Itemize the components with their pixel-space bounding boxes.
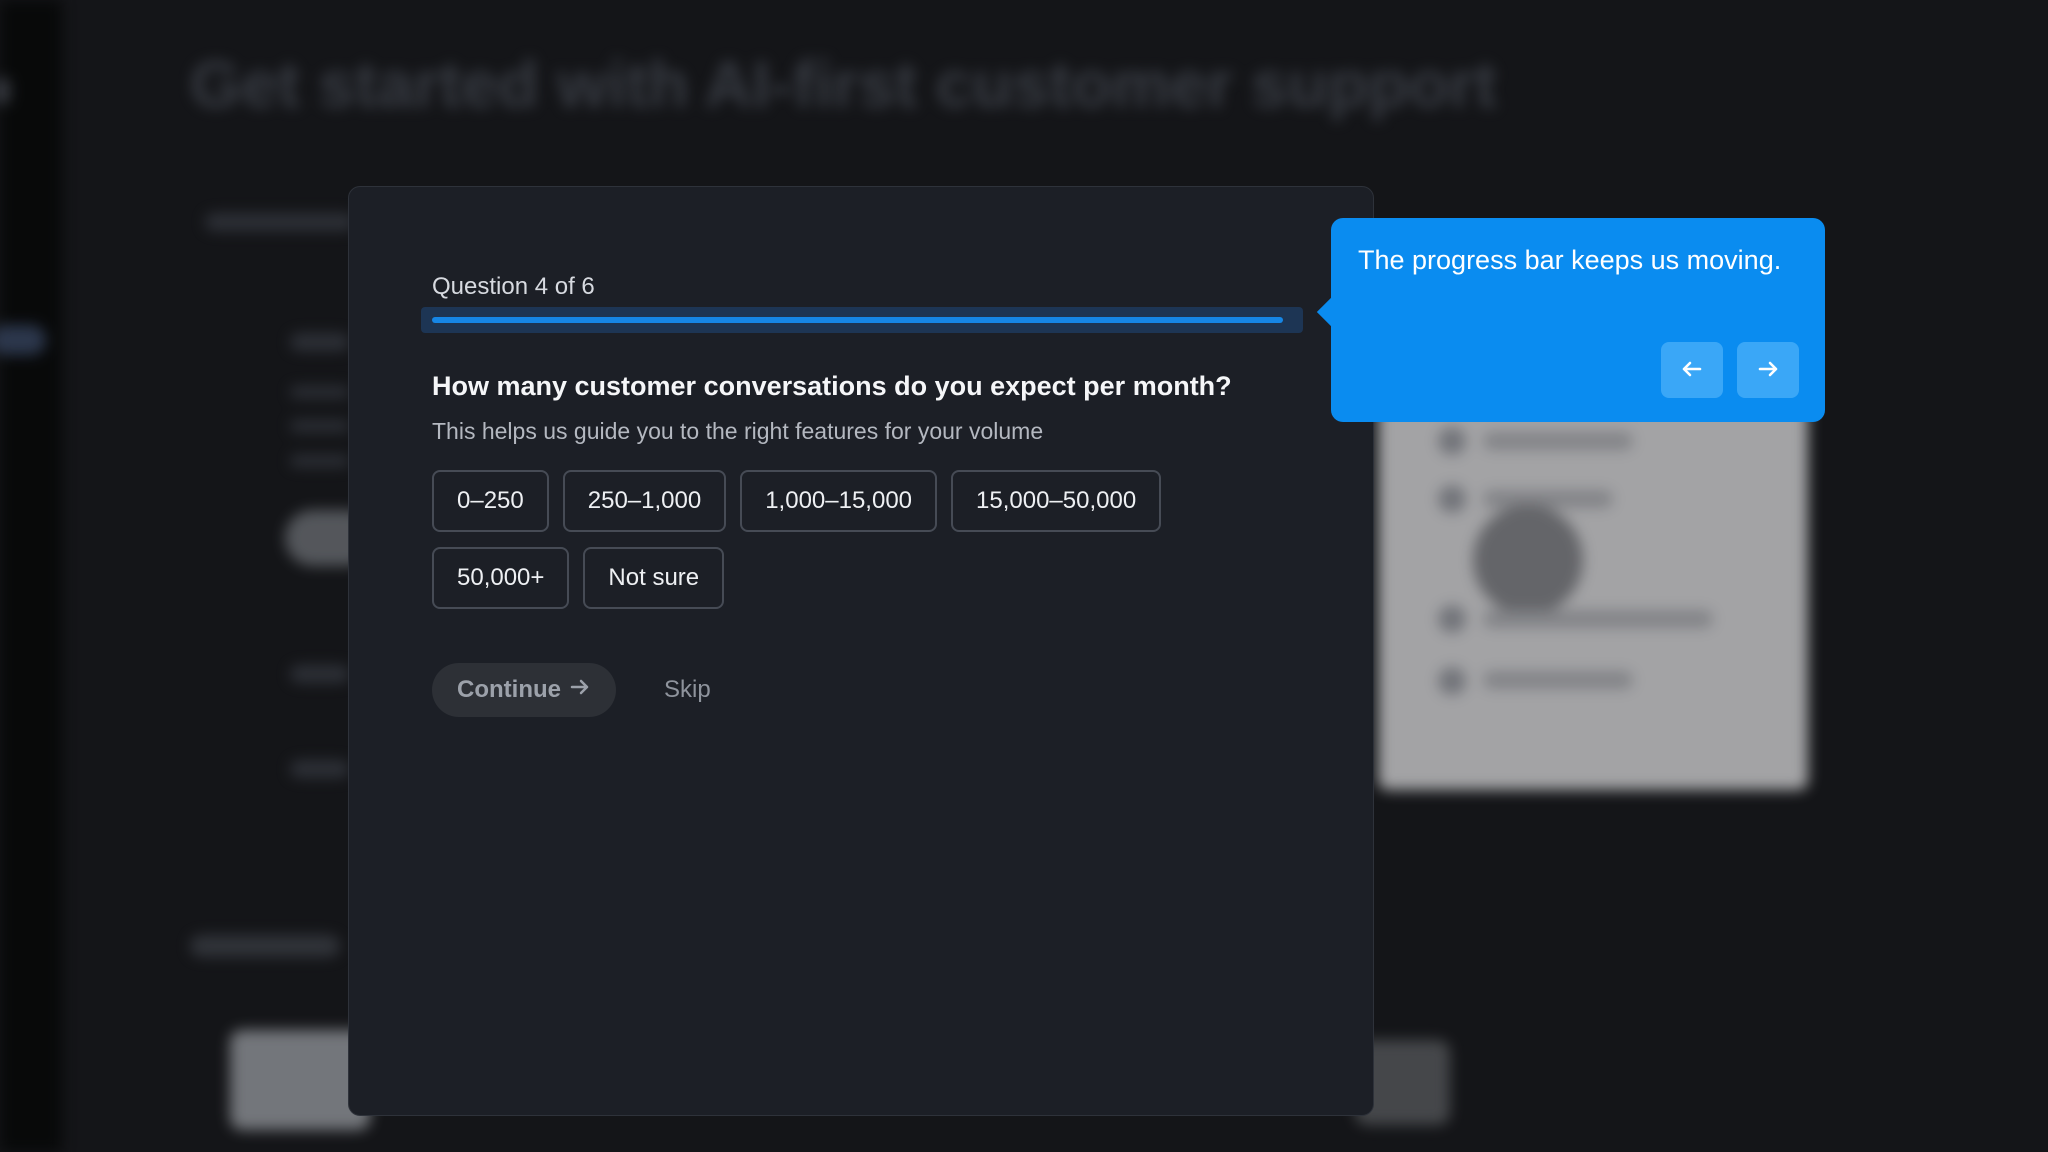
option-50000-plus[interactable]: 50,000+ <box>432 547 570 609</box>
card-icon <box>1438 605 1466 633</box>
tooltip-next-button[interactable] <box>1737 342 1799 398</box>
skip-link[interactable]: Skip <box>664 663 711 717</box>
card-icon <box>1438 667 1466 695</box>
background-section-title <box>190 935 340 957</box>
question-subtitle: This helps us guide you to the right fea… <box>432 418 1044 444</box>
sidebar-active-item <box>0 325 46 355</box>
background-line <box>290 665 350 683</box>
arrow-left-icon <box>1679 356 1705 385</box>
question-title: How many customer conversations do you e… <box>432 371 1232 401</box>
card-row <box>1483 490 1613 508</box>
option-15000-50000[interactable]: 15,000–50,000 <box>951 470 1162 532</box>
background-line <box>290 420 350 432</box>
background-line <box>290 386 350 398</box>
background-line <box>290 333 350 351</box>
option-not-sure[interactable]: Not sure <box>583 547 725 609</box>
continue-label: Continue <box>457 676 561 703</box>
card-row <box>1483 432 1633 450</box>
guide-tooltip: The progress bar keeps us moving. <box>1316 218 1825 422</box>
background-line <box>205 213 355 231</box>
question-counter: Question 4 of 6 <box>432 273 595 300</box>
tooltip-text: The progress bar keeps us moving. <box>1358 245 1782 275</box>
progress-bar-fill <box>432 317 1283 323</box>
option-250-1000[interactable]: 250–1,000 <box>562 470 727 532</box>
tooltip-prev-button[interactable] <box>1661 342 1723 398</box>
play-icon <box>1473 505 1583 615</box>
background-video-card <box>1378 405 1808 790</box>
card-icon <box>1438 427 1466 455</box>
progress-bar <box>421 307 1303 333</box>
onboarding-modal: Question 4 of 6 How many customer conver… <box>348 186 1374 1116</box>
sidebar <box>0 0 62 1152</box>
answer-options: 0–250 250–1,000 1,000–15,000 15,000–50,0… <box>432 470 1272 609</box>
option-0-250[interactable]: 0–250 <box>432 470 549 532</box>
background-page-title: Get started with AI-first customer suppo… <box>190 47 1497 121</box>
background-line <box>290 760 350 778</box>
card-row <box>1483 671 1633 689</box>
sidebar-icon <box>0 78 10 104</box>
continue-button[interactable]: Continue <box>432 663 616 717</box>
background-line <box>290 455 350 467</box>
arrow-right-icon <box>569 676 591 705</box>
arrow-right-icon <box>1755 356 1781 385</box>
card-row <box>1483 610 1713 628</box>
card-icon <box>1438 485 1466 513</box>
option-1000-15000[interactable]: 1,000–15,000 <box>740 470 938 532</box>
